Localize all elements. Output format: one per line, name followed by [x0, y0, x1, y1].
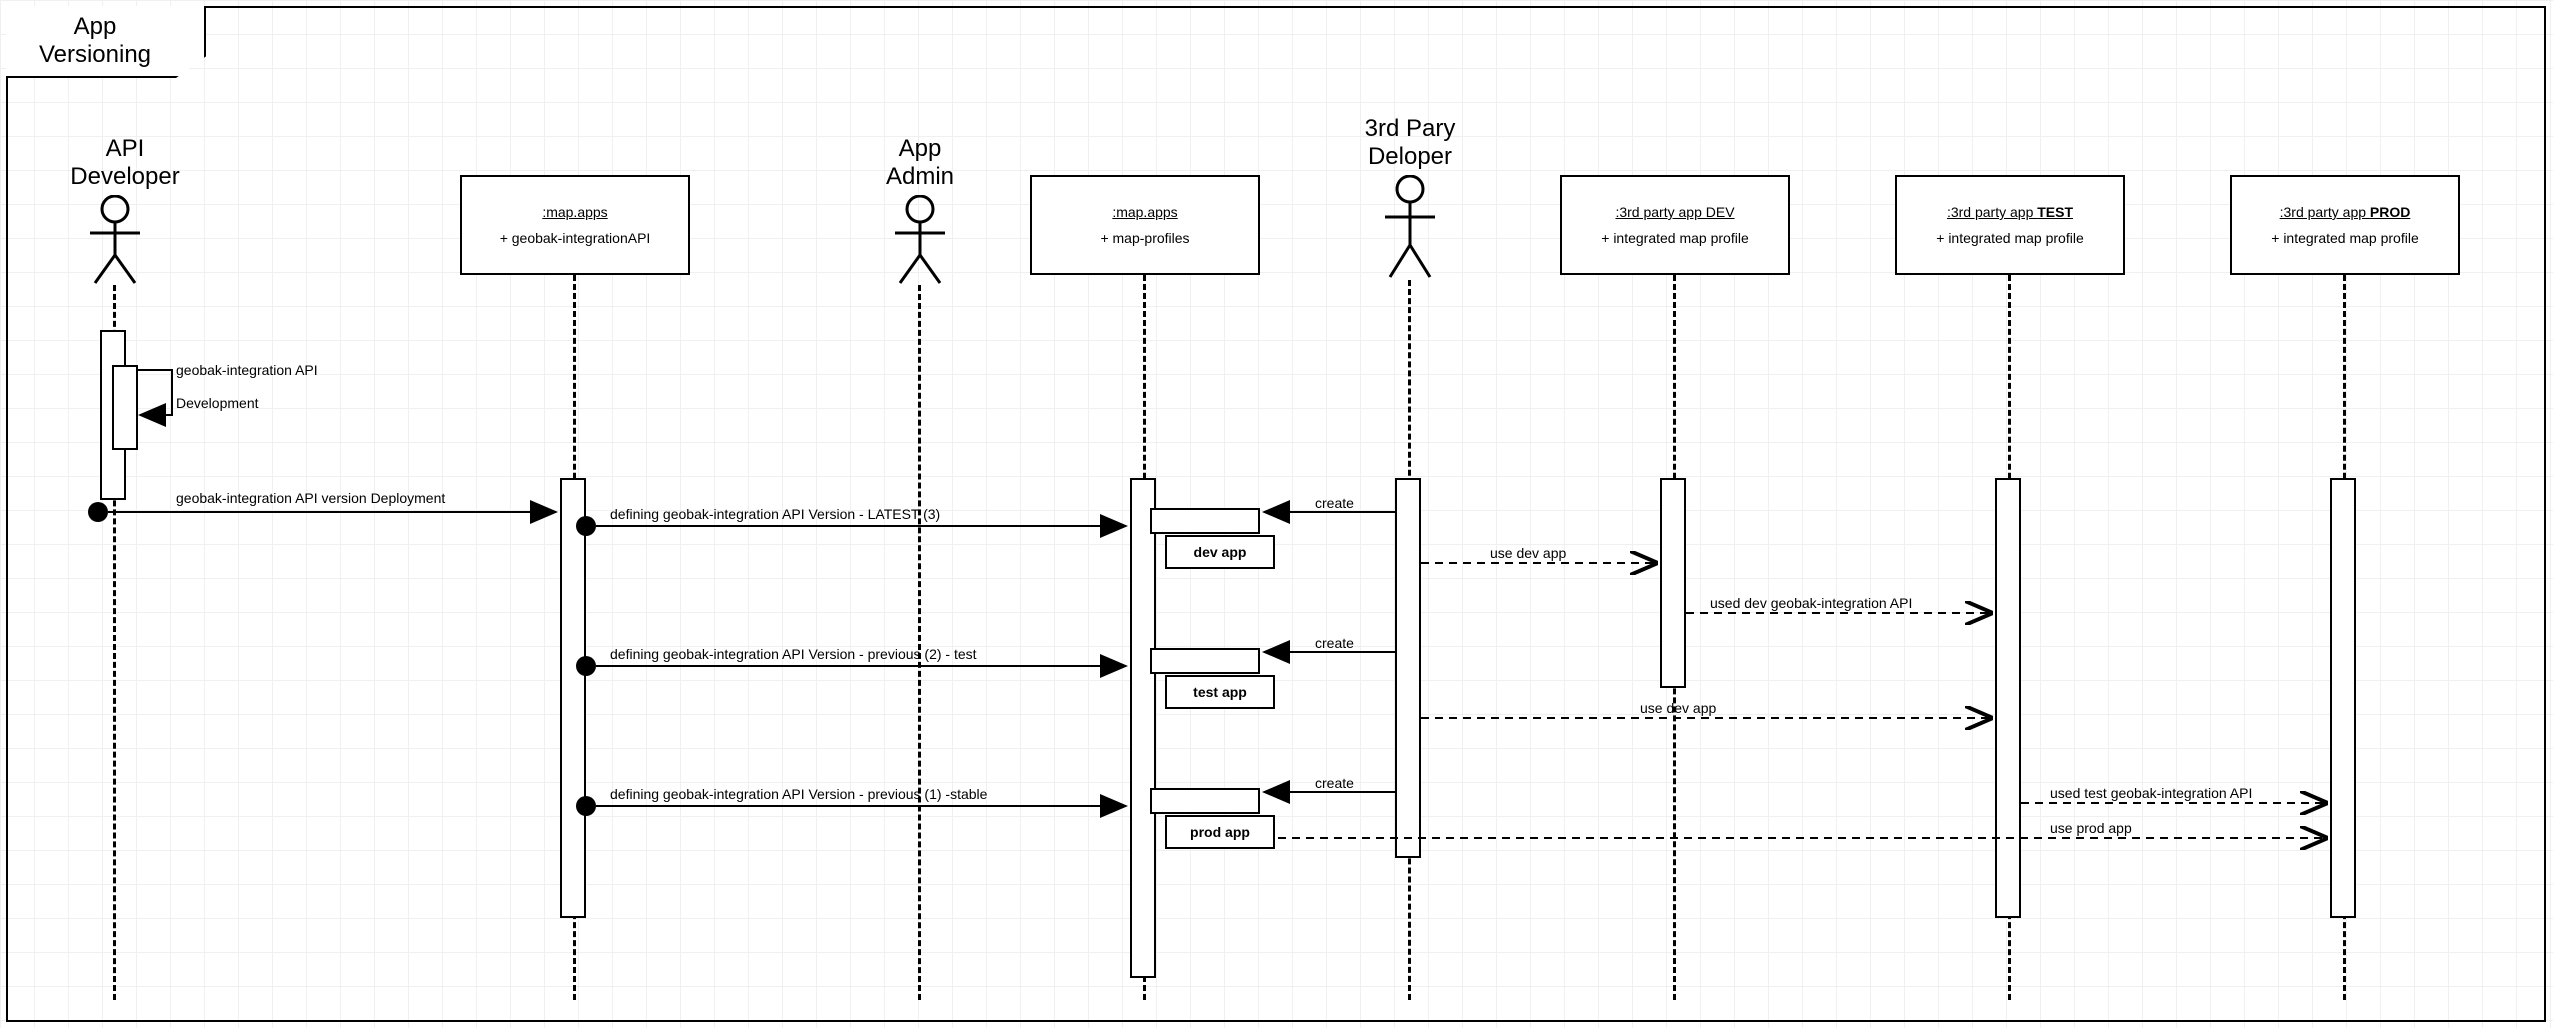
object-prod-title: :3rd party app PROD — [2280, 204, 2411, 220]
object-mapapps-2-title: :map.apps — [1112, 204, 1177, 220]
object-prod-title-bold: PROD — [2370, 204, 2410, 220]
box-test-app: test app — [1165, 675, 1275, 709]
object-dev-sub: + integrated map profile — [1601, 230, 1748, 246]
actor-app-admin-label: App Admin — [850, 135, 990, 190]
object-dev: :3rd party app DEV + integrated map prof… — [1560, 175, 1790, 275]
msg-used-dev: used dev geobak-integration API — [1710, 595, 1912, 611]
object-prod-sub: + integrated map profile — [2271, 230, 2418, 246]
object-dev-title: :3rd party app DEV — [1615, 204, 1734, 220]
msg-use-prod: use prod app — [2050, 820, 2132, 836]
object-mapapps-1-title: :map.apps — [542, 204, 607, 220]
actor-api-developer-icon — [85, 195, 145, 285]
actor-app-admin-icon — [890, 195, 950, 285]
diagram-frame: App Versioning — [6, 6, 2546, 1022]
object-prod: :3rd party app PROD + integrated map pro… — [2230, 175, 2460, 275]
note-line-1: geobak-integration API — [176, 358, 318, 383]
box-prod-app: prod app — [1165, 815, 1275, 849]
dot-prev-stable — [576, 796, 596, 816]
object-test-title: :3rd party app TEST — [1947, 204, 2073, 220]
msg-def-latest: defining geobak-integration API Version … — [610, 506, 940, 522]
activation-3rd-party — [1395, 478, 1421, 858]
object-mapapps-2: :map.apps + map-profiles — [1030, 175, 1260, 275]
activation-prod-app-row — [1150, 788, 1260, 814]
object-mapapps-2-sub: + map-profiles — [1100, 230, 1189, 246]
msg-use-dev: use dev app — [1490, 545, 1566, 561]
activation-dev-app-row — [1150, 508, 1260, 534]
activation-test-app-row — [1150, 648, 1260, 674]
actor-api-developer-label: API Developer — [40, 135, 210, 190]
activation-mapapps-2 — [1130, 478, 1156, 978]
msg-def-prev-stable: defining geobak-integration API Version … — [610, 786, 987, 802]
object-prod-title-pre: :3rd party app — [2280, 204, 2370, 220]
lifeline-app-admin — [918, 285, 921, 1000]
msg-deploy: geobak-integration API version Deploymen… — [176, 490, 445, 506]
activation-api-dev-2 — [112, 365, 138, 450]
activation-test-obj — [1995, 478, 2021, 918]
dot-prev-test — [576, 656, 596, 676]
msg-use-dev-2: use dev app — [1640, 700, 1716, 716]
msg-create-2: create — [1315, 635, 1354, 651]
msg-create-3: create — [1315, 775, 1354, 791]
self-message-note: geobak-integration API Development — [176, 358, 318, 416]
object-mapapps-1: :map.apps + geobak-integrationAPI — [460, 175, 690, 275]
note-line-2: Development — [176, 391, 318, 416]
actor-3rd-party-label: 3rd Pary Deloper — [1320, 115, 1500, 170]
activation-mapapps-1 — [560, 478, 586, 918]
msg-def-prev-test: defining geobak-integration API Version … — [610, 646, 977, 662]
activation-prod-obj — [2330, 478, 2356, 918]
frame-title: App Versioning — [6, 6, 206, 78]
actor-3rd-party-icon — [1380, 175, 1440, 280]
box-dev-app: dev app — [1165, 535, 1275, 569]
msg-used-test: used test geobak-integration API — [2050, 785, 2252, 801]
msg-create-1: create — [1315, 495, 1354, 511]
object-test-title-bold: TEST — [2037, 204, 2073, 220]
object-mapapps-1-sub: + geobak-integrationAPI — [500, 230, 651, 246]
start-dot — [88, 502, 108, 522]
dot-latest — [576, 516, 596, 536]
activation-dev-obj — [1660, 478, 1686, 688]
object-test-sub: + integrated map profile — [1936, 230, 2083, 246]
object-test-title-pre: :3rd party app — [1947, 204, 2037, 220]
object-test: :3rd party app TEST + integrated map pro… — [1895, 175, 2125, 275]
